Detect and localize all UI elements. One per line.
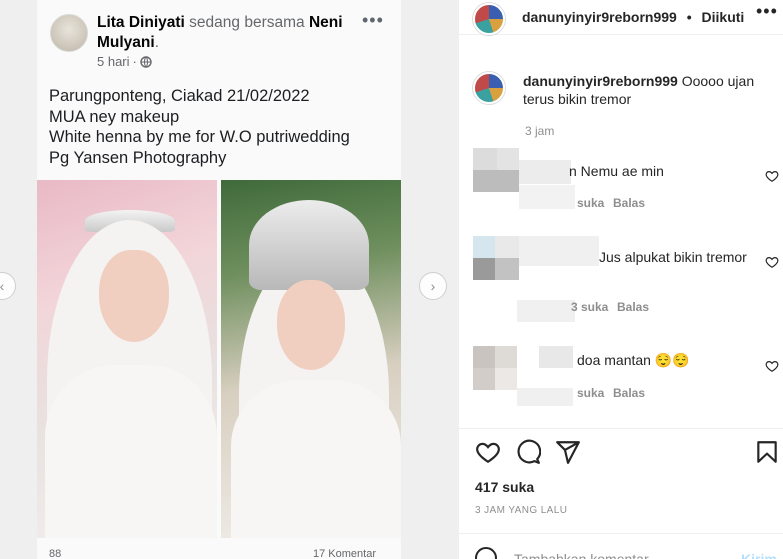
bride-photo-left <box>37 180 217 538</box>
post-media: Lita Diniyati sedang bersama Neni Mulyan… <box>0 0 458 559</box>
fb-caption-line: Parungponteng, Ciakad 21/02/2022 <box>49 87 310 105</box>
caption-time: 3 jam <box>525 124 555 138</box>
fb-tagged-suffix: . <box>154 34 160 51</box>
emoji-icon[interactable] <box>475 547 497 559</box>
comment-text: doa mantan 😌😌 <box>577 352 690 368</box>
fb-with-text: sedang bersama <box>189 14 305 31</box>
fb-author-avatar <box>50 14 88 52</box>
bride-photo-right <box>221 180 401 538</box>
follow-status-button[interactable]: Diikuti <box>702 9 745 25</box>
add-comment-bar: Tambahkan komentar... Kirim <box>459 533 783 559</box>
comment-likes[interactable]: 3 suka <box>571 300 608 314</box>
reply-button[interactable]: Balas <box>613 386 645 400</box>
fb-post-meta: 5 hari · <box>97 54 152 69</box>
caption: danunyinyir9reborn999 Ooooo ujan terus b… <box>523 72 773 108</box>
post-header: danunyinyir9reborn999 • Diikuti ••• <box>459 0 783 35</box>
fb-reactions-count: 88 <box>49 548 62 559</box>
caption-username[interactable]: danunyinyir9reborn999 <box>523 73 678 89</box>
heart-icon[interactable] <box>765 359 779 373</box>
post-timestamp: 3 JAM YANG LALU <box>475 505 568 516</box>
heart-icon[interactable] <box>765 169 779 183</box>
chevron-right-icon[interactable]: › <box>419 272 447 300</box>
share-icon[interactable] <box>555 439 581 465</box>
fb-caption: Parungponteng, Ciakad 21/02/2022 MUA ney… <box>49 86 350 168</box>
fb-more-icon: ••• <box>362 10 384 30</box>
caption-avatar[interactable] <box>473 72 505 104</box>
send-button[interactable]: Kirim <box>741 551 777 559</box>
header-username[interactable]: danunyinyir9reborn999 <box>522 9 677 25</box>
fb-post-header: Lita Diniyati sedang bersama Neni Mulyan… <box>97 13 362 53</box>
reply-button[interactable]: Balas <box>613 196 645 210</box>
heart-icon[interactable] <box>475 439 501 465</box>
chevron-left-icon[interactable]: ‹ <box>0 272 16 300</box>
likes-count[interactable]: 417 suka <box>475 479 534 495</box>
fb-post-time: 5 hari <box>97 54 130 69</box>
reply-button[interactable]: Balas <box>617 300 649 314</box>
comment-text: Jus alpukat bikin tremor <box>599 249 747 265</box>
fb-comments-count: 17 Komentar <box>313 548 376 559</box>
comment-likes[interactable]: suka <box>577 386 604 400</box>
fb-caption-line: White henna by me for W.O putriwedding <box>49 128 350 146</box>
header-separator: • <box>686 9 692 25</box>
comment-likes[interactable]: suka <box>577 196 604 210</box>
bookmark-icon[interactable] <box>754 439 780 465</box>
more-icon[interactable]: ••• <box>756 1 778 22</box>
facebook-post-screenshot: Lita Diniyati sedang bersama Neni Mulyan… <box>37 0 401 559</box>
avatar[interactable] <box>473 3 505 35</box>
action-bar <box>459 428 783 468</box>
comment-text: n Nemu ae min <box>569 163 664 179</box>
fb-caption-line: Pg Yansen Photography <box>49 148 227 167</box>
comment-input[interactable]: Tambahkan komentar... <box>514 551 660 559</box>
fb-author-name: Lita Diniyati <box>97 14 185 31</box>
globe-icon <box>140 55 152 68</box>
fb-caption-line: MUA ney makeup <box>49 107 180 126</box>
heart-icon[interactable] <box>765 255 779 269</box>
post-sidebar: danunyinyir9reborn999 • Diikuti ••• danu… <box>458 0 783 559</box>
comment-icon[interactable] <box>515 439 541 465</box>
